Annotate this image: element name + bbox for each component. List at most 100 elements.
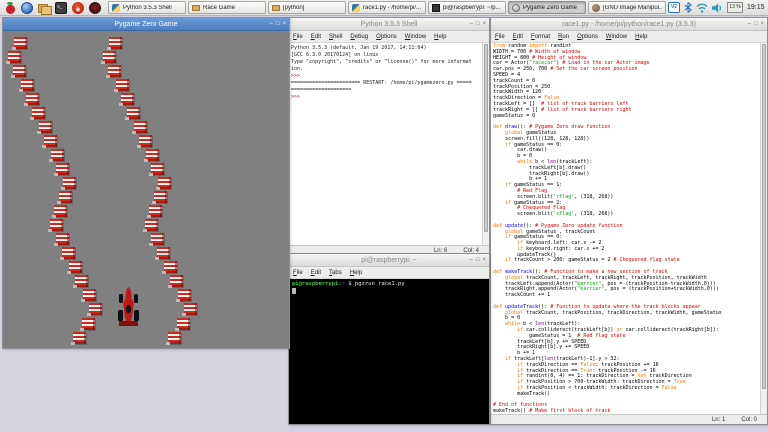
code-editor[interactable]: from random import randint WIDTH = 700 # … xyxy=(491,43,767,414)
taskbar-button-label: [python] xyxy=(283,4,305,11)
close-button[interactable]: × xyxy=(482,257,486,263)
shell-console[interactable]: Python 3.5.3 (default, Jan 19 2017, 14:1… xyxy=(289,43,489,245)
track-barrier-left xyxy=(80,318,95,331)
minimize-button[interactable]: – xyxy=(470,257,473,263)
track-barrier-right xyxy=(107,37,122,50)
prompt-user: pi@raspberrypi xyxy=(292,281,339,287)
menu-run[interactable]: Run xyxy=(558,34,569,40)
folder-icon xyxy=(192,4,200,12)
cpu-monitor[interactable]: 13 % xyxy=(727,2,743,13)
menu-edit[interactable]: Edit xyxy=(513,34,523,40)
track-barrier-left xyxy=(73,275,88,288)
menu-file[interactable]: File xyxy=(495,34,505,40)
track-barrier-right xyxy=(152,191,167,204)
prompt-symbol: $ xyxy=(344,281,355,287)
menu-options[interactable]: Options xyxy=(577,34,598,40)
minimize-button[interactable]: – xyxy=(748,21,751,27)
menu-format[interactable]: Format xyxy=(531,34,550,40)
menu-file[interactable]: File xyxy=(293,34,303,40)
track-barrier-right xyxy=(106,65,121,78)
taskbar-button-gnu-image-manipul[interactable]: [GNU Image Manipul... xyxy=(588,1,666,14)
menu-help[interactable]: Help xyxy=(635,34,647,40)
bluetooth-icon[interactable] xyxy=(684,2,692,13)
editor-scrollbar[interactable] xyxy=(760,43,767,414)
maximize-button[interactable]: □ xyxy=(276,21,280,27)
menu-edit[interactable]: Edit xyxy=(311,34,321,40)
menu-window[interactable]: Window xyxy=(606,34,627,40)
scrollbar-thumb[interactable] xyxy=(484,44,488,232)
track-barrier-right xyxy=(156,177,171,190)
track-barrier-right xyxy=(182,303,197,316)
menu-tabs[interactable]: Tabs xyxy=(329,270,342,276)
close-button[interactable]: × xyxy=(282,21,286,27)
track-barrier-left xyxy=(6,51,21,64)
terminal-command: pgzrun race1.py xyxy=(354,281,405,287)
pygame-zero-game-window: Pygame Zero Game – □ × xyxy=(2,17,290,349)
taskbar-window-list: Python 3.5.3 Shell Race Game [python] race1… xyxy=(108,1,666,14)
track-barrier-left xyxy=(19,79,34,92)
vnc-icon[interactable]: V2 xyxy=(668,2,680,13)
volume-icon[interactable] xyxy=(712,2,723,13)
track-barrier-right xyxy=(101,51,116,64)
track-barrier-left xyxy=(42,135,57,148)
terminal-console[interactable]: pi@raspberrypi:~ $ pgzrun race1.py xyxy=(289,279,489,424)
wifi-icon[interactable] xyxy=(696,3,708,13)
taskbar-button-python-3-5-3-shell[interactable]: Python 3.5.3 Shell xyxy=(108,1,186,14)
menu-debug[interactable]: Debug xyxy=(350,34,368,40)
race-car xyxy=(118,287,139,326)
wolfram-launcher[interactable] xyxy=(71,1,85,15)
track-barrier-right xyxy=(149,163,164,176)
web-browser-launcher[interactable] xyxy=(20,1,34,15)
close-button[interactable]: × xyxy=(482,21,486,27)
shell-window-titlebar[interactable]: Python 3.5.3 Shell – □ × xyxy=(289,18,489,31)
taskbar-button-python[interactable]: [python] xyxy=(268,1,346,14)
terminal-launcher[interactable] xyxy=(54,1,68,15)
taskbar-button-race1-py-home-pi[interactable]: race1.py - /home/pi/... xyxy=(348,1,426,14)
editor-window-titlebar[interactable]: race1.py - /home/pi/python/race1.py (3.5… xyxy=(491,18,767,31)
launcher-bar xyxy=(3,1,102,15)
taskbar-button-pi-raspberrypi-p[interactable]: pi@raspberrypi: ~/p... xyxy=(428,1,506,14)
track-barrier-right xyxy=(137,135,152,148)
track-barrier-right xyxy=(168,275,183,288)
maximize-button[interactable]: □ xyxy=(476,257,480,263)
terminal-cursor xyxy=(292,288,296,294)
menu-edit[interactable]: Edit xyxy=(311,270,321,276)
file-manager-launcher[interactable] xyxy=(37,1,52,15)
track-barrier-left xyxy=(61,177,76,190)
track-barrier-left xyxy=(11,65,26,78)
track-barrier-left xyxy=(30,107,45,120)
track-barrier-right xyxy=(114,79,129,92)
maximize-button[interactable]: □ xyxy=(476,21,480,27)
app-red-launcher[interactable] xyxy=(88,1,102,15)
clock[interactable]: 19:15 xyxy=(747,4,765,11)
editor-window-title: race1.py - /home/pi/python/race1.py (3.5… xyxy=(562,20,696,28)
scrollbar-thumb[interactable] xyxy=(762,44,766,390)
menu-shell[interactable]: Shell xyxy=(329,34,342,40)
track-barrier-left xyxy=(24,93,39,106)
menu-help[interactable]: Help xyxy=(350,270,362,276)
maximize-button[interactable]: □ xyxy=(754,21,758,27)
menu-options[interactable]: Options xyxy=(376,34,397,40)
taskbar-button-pygame-zero-game[interactable]: Pygame Zero Game xyxy=(508,1,586,14)
folder-icon xyxy=(272,4,280,12)
shell-scrollbar[interactable] xyxy=(482,43,489,245)
track-barrier-right xyxy=(132,121,147,134)
track-barrier-right xyxy=(147,205,162,218)
game-window-titlebar[interactable]: Pygame Zero Game – □ × xyxy=(3,18,289,31)
close-button[interactable]: × xyxy=(760,21,764,27)
minimize-button[interactable]: – xyxy=(470,21,473,27)
terminal-window-titlebar[interactable]: pi@raspberrypi: ~ – □ × xyxy=(289,254,489,267)
minimize-button[interactable]: – xyxy=(270,21,273,27)
menu-window[interactable]: Window xyxy=(405,34,426,40)
wolfram-icon xyxy=(72,1,84,14)
raspberry-menu-launcher[interactable] xyxy=(3,1,17,15)
track-barrier-left xyxy=(57,191,72,204)
file-manager-icon xyxy=(38,2,52,15)
window-controls: – □ × xyxy=(270,18,286,30)
shell-line: [GCC 6.3.0 20170124] on linux xyxy=(291,52,379,58)
menu-help[interactable]: Help xyxy=(434,34,446,40)
game-window-title: Pygame Zero Game xyxy=(114,20,178,28)
terminal-icon xyxy=(432,3,440,12)
menu-file[interactable]: File xyxy=(293,270,303,276)
taskbar-button-race-game[interactable]: Race Game xyxy=(188,1,266,14)
